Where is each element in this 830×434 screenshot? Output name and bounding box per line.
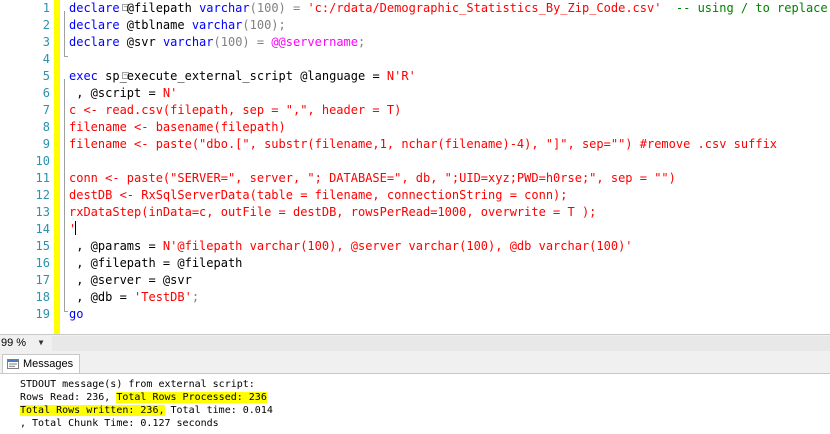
query-editor[interactable]: 1 2 3 4 5 6 7 8 9 10 11 12 13 14 15 16 17 18 19 − − declar…: [0, 0, 830, 334]
line-number: 1: [42, 1, 50, 15]
line-number: 6: [42, 86, 50, 100]
editor-status-bar: 99 % ▼: [0, 334, 830, 352]
code-line: rxDataStep(inData=c, outFile = destDB, r…: [69, 204, 596, 221]
code-token: declare: [69, 35, 120, 49]
code-line: declare @svr varchar(100) = @@servername…: [69, 34, 365, 51]
line-number: 10: [35, 154, 50, 168]
code-token: N': [162, 86, 178, 100]
line-number: 2: [42, 18, 50, 32]
line-number: 15: [35, 239, 50, 253]
code-line: , @filepath = @filepath: [69, 255, 242, 272]
code-line: conn <- paste("SERVER=", server, "; DATA…: [69, 170, 676, 187]
line-number: 3: [42, 35, 50, 49]
code-token: rxDataStep(inData=c, outFile = destDB, r…: [69, 205, 597, 219]
code-token: (100);: [242, 18, 286, 32]
code-token: varchar: [191, 18, 243, 32]
highlighted-text: Total Rows written: 236,: [20, 405, 165, 416]
code-line: exec sp_execute_external_script @languag…: [69, 68, 416, 85]
results-tab-strip: Messages: [0, 352, 830, 374]
horizontal-scrollbar[interactable]: [52, 336, 830, 351]
line-number: 11: [35, 171, 50, 185]
code-line: go: [69, 306, 83, 323]
code-token: , @server = @svr: [69, 273, 192, 287]
tab-messages-label: Messages: [23, 358, 74, 370]
messages-icon: [7, 359, 19, 370]
code-token: go: [69, 307, 84, 321]
tab-messages[interactable]: Messages: [2, 354, 81, 373]
line-number: 18: [35, 290, 50, 304]
code-token: c <- read.csv(filepath, sep = ",", heade…: [69, 103, 402, 117]
code-token: (100) =: [213, 35, 272, 49]
code-line: declare @tblname varchar(100);: [69, 17, 286, 34]
code-token: @svr: [119, 35, 163, 49]
highlighted-text: Total Rows Processed: 236: [116, 392, 267, 403]
line-number: 7: [42, 103, 50, 117]
code-token: (100) =: [249, 1, 308, 15]
outline-guide: [64, 11, 65, 56]
line-number: 4: [42, 52, 50, 66]
line-number: 9: [42, 137, 50, 151]
message-text: Total time: 0.014: [164, 405, 273, 416]
code-token: filename <- basename(filepath): [69, 120, 286, 134]
text-caret: [75, 221, 76, 235]
line-number: 19: [35, 307, 50, 321]
code-token: declare: [69, 18, 120, 32]
messages-output[interactable]: STDOUT message(s) from external script: R…: [0, 374, 830, 434]
code-token: conn <- paste("SERVER=", server, "; DATA…: [69, 171, 676, 185]
line-number: 5: [42, 69, 50, 83]
code-line: , @db = 'TestDB';: [69, 289, 199, 306]
code-line: , @script = N': [69, 85, 177, 102]
code-line: filename <- basename(filepath): [69, 119, 286, 136]
code-line: filename <- paste("dbo.[", substr(filena…: [69, 136, 777, 153]
line-number: 14: [35, 222, 50, 236]
line-number: 13: [35, 205, 50, 219]
code-token: @tblname: [119, 18, 192, 32]
line-number-gutter: 1 2 3 4 5 6 7 8 9 10 11 12 13 14 15 16 17 18 19: [0, 0, 58, 334]
code-line: , @server = @svr: [69, 272, 192, 289]
code-token: ;: [358, 35, 366, 49]
code-token: -- using / to replace \: [661, 1, 830, 15]
code-line: , @params = N'@filepath varchar(100), @s…: [69, 238, 633, 255]
message-line: , Total Chunk Time: 0.127 seconds: [20, 417, 219, 430]
code-token: 'c:/rdata/Demographic_Statistics_By_Zip_…: [307, 1, 662, 15]
code-line: c <- read.csv(filepath, sep = ",", heade…: [69, 102, 401, 119]
line-number: 8: [42, 120, 50, 134]
code-token: @filepath: [119, 1, 200, 15]
code-token: varchar: [199, 1, 250, 15]
code-token: filename <- paste("dbo.[", substr(filena…: [69, 137, 778, 151]
code-token: @@servername: [271, 35, 359, 49]
message-line: Total Rows written: 236, Total time: 0.0…: [20, 404, 273, 417]
code-token: sp_execute_external_script @language =: [97, 69, 387, 83]
message-line: Rows Read: 236, Total Rows Processed: 23…: [20, 391, 267, 404]
code-token: , @filepath = @filepath: [69, 256, 243, 270]
code-token: N'@filepath varchar(100), @server varcha…: [162, 239, 633, 253]
outline-guide: [64, 79, 65, 311]
code-token: exec: [69, 69, 98, 83]
code-line: destDB <- RxSqlServerData(table = filena…: [69, 187, 568, 204]
code-token: , @script =: [69, 86, 163, 100]
code-token: 'TestDB': [134, 290, 192, 304]
code-token: declare: [69, 1, 120, 15]
code-token: ;: [191, 290, 200, 304]
message-text: STDOUT message(s) from external script:: [20, 379, 255, 390]
outlining-margin: − −: [61, 0, 129, 334]
code-token: varchar: [162, 35, 214, 49]
zoom-level: 99 %: [1, 337, 27, 349]
code-line: declare @filepath varchar(100) = 'c:/rda…: [69, 0, 830, 17]
code-token: , @db =: [69, 290, 135, 304]
code-token: destDB <- RxSqlServerData(table = filena…: [69, 188, 568, 202]
change-tracking-margin: [54, 0, 60, 334]
line-number: 17: [35, 273, 50, 287]
message-line: STDOUT message(s) from external script:: [20, 378, 255, 391]
message-text: Rows Read: 236,: [20, 392, 117, 403]
message-text: , Total Chunk Time: 0.127 seconds: [20, 418, 219, 429]
outline-guide-end: [64, 311, 68, 312]
line-number: 16: [35, 256, 50, 270]
chevron-down-icon[interactable]: ▼: [36, 335, 46, 350]
code-token: , @params =: [69, 239, 163, 253]
outline-guide-end: [64, 56, 68, 57]
code-token: N'R': [386, 69, 416, 83]
line-number: 12: [35, 188, 50, 202]
